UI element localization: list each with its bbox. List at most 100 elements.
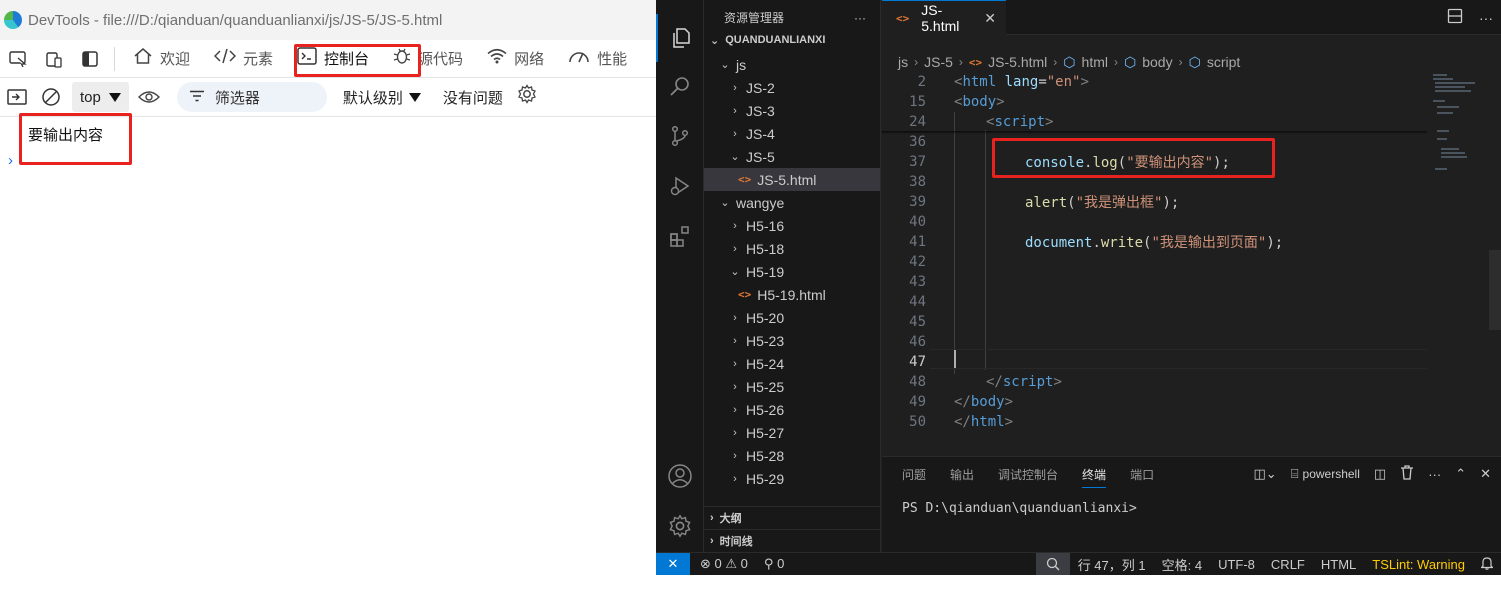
console-prompt-icon[interactable]: › (8, 152, 13, 169)
chevron-right-icon: › (958, 55, 963, 69)
workspace-name: QUANDUANLIANXI (725, 34, 826, 46)
close-icon[interactable]: ✕ (984, 10, 996, 27)
zoom-icon[interactable] (1035, 552, 1070, 576)
split-editor-icon[interactable] (1447, 8, 1463, 27)
source-control-icon[interactable] (656, 112, 704, 160)
more-actions-icon[interactable]: ··· (854, 11, 866, 25)
issues-counter[interactable]: 没有问题 (443, 87, 503, 108)
dock-side-icon[interactable] (72, 40, 108, 78)
terminal-name: powershell (1302, 467, 1360, 481)
file-h5-19-html[interactable]: <> H5-19.html (704, 283, 880, 306)
folder-js-2[interactable]: › JS-2 (704, 76, 880, 99)
manage-gear-icon[interactable] (656, 502, 704, 550)
workspace-section[interactable]: ⌄ QUANDUANLIANXI (704, 29, 880, 51)
editor-tab-js-5-html[interactable]: <> JS-5.html ✕ (882, 0, 1006, 35)
folder-h5-23[interactable]: › H5-23 (704, 329, 880, 352)
tab-performance-label: 性能 (597, 51, 628, 68)
folder-js-4[interactable]: › JS-4 (704, 122, 880, 145)
indentation-status[interactable]: 空格: 4 (1154, 555, 1210, 574)
folder-h5-26[interactable]: › H5-26 (704, 398, 880, 421)
language-mode[interactable]: HTML (1313, 557, 1364, 572)
console-filter-input[interactable]: 筛选器 (176, 82, 327, 112)
more-actions-icon[interactable]: ··· (1479, 10, 1493, 26)
folder-h5-19[interactable]: ⌄ H5-19 (704, 260, 880, 283)
line-number: 39 (909, 194, 926, 210)
chevron-icon: › (733, 127, 737, 140)
ports-status[interactable]: ⚲ 0 (756, 556, 792, 572)
cursor-position[interactable]: 行 47，列 1 (1070, 555, 1154, 574)
inspect-element-icon[interactable] (0, 40, 36, 78)
code-line: 24 <script> (882, 112, 1427, 132)
breadcrumb-item[interactable]: body (1142, 54, 1172, 70)
editor-actions: ··· (1447, 0, 1493, 35)
account-icon[interactable] (656, 452, 704, 500)
extensions-icon[interactable] (656, 212, 704, 260)
code-line: 45 (882, 312, 1427, 332)
editor-scrollbar-thumb[interactable] (1489, 250, 1501, 330)
tab-performance[interactable]: 性能 (556, 40, 627, 78)
code-text: <body> (954, 94, 1005, 110)
tab-terminal[interactable]: 终端 (1082, 466, 1107, 488)
split-terminal-icon[interactable]: ◫ (1374, 466, 1386, 482)
notifications-bell-icon[interactable] (1473, 556, 1501, 573)
context-selector[interactable]: top (72, 82, 129, 112)
explorer-files-icon[interactable] (656, 14, 704, 62)
tab-welcome[interactable]: 欢迎 (121, 40, 202, 78)
terminal-prompt[interactable]: PS D:\qianduan\quanduanlianxi> (902, 501, 1137, 516)
tab-debug-console[interactable]: 调试控制台 (998, 466, 1058, 483)
chevron-icon: › (733, 357, 737, 370)
folder-h5-18[interactable]: › H5-18 (704, 237, 880, 260)
clear-console-icon[interactable] (34, 78, 68, 116)
folder-h5-25[interactable]: › H5-25 (704, 375, 880, 398)
tslint-status[interactable]: TSLint: Warning (1364, 557, 1473, 572)
run-debug-icon[interactable] (656, 162, 704, 210)
search-icon[interactable] (656, 62, 704, 110)
more-actions-icon[interactable]: ··· (1428, 467, 1441, 482)
folder-h5-29[interactable]: › H5-29 (704, 467, 880, 490)
encoding-status[interactable]: UTF-8 (1210, 557, 1263, 572)
console-settings-gear-icon[interactable] (517, 84, 537, 110)
folder-h5-27[interactable]: › H5-27 (704, 421, 880, 444)
breadcrumb-item[interactable]: html (1082, 54, 1108, 70)
tree-item-label: H5-24 (746, 355, 785, 372)
show-sidebar-icon[interactable] (0, 78, 34, 116)
file-js-5-html[interactable]: <> JS-5.html (704, 168, 880, 191)
tab-output[interactable]: 输出 (950, 466, 974, 483)
editor-group: <> JS-5.html ✕ ··· js › JS-5 › <> JS-5.h… (882, 0, 1501, 552)
split-terminal-dropdown-icon[interactable]: ◫⌄ (1254, 466, 1277, 482)
folder-h5-20[interactable]: › H5-20 (704, 306, 880, 329)
folder-h5-24[interactable]: › H5-24 (704, 352, 880, 375)
remote-indicator-icon[interactable]: ✕ (656, 552, 690, 576)
folder-h5-16[interactable]: › H5-16 (704, 214, 880, 237)
breadcrumb-item[interactable]: js (898, 54, 908, 70)
problems-status[interactable]: ⊗ 0 ⚠ 0 (690, 556, 756, 572)
log-level-dropdown[interactable]: 默认级别 (343, 87, 421, 108)
folder-js[interactable]: ⌄ js (704, 53, 880, 76)
live-expression-eye-icon[interactable] (129, 78, 169, 116)
trash-icon[interactable] (1400, 465, 1414, 483)
timeline-section[interactable]: › 时间线 (704, 529, 881, 552)
close-icon[interactable]: ✕ (1480, 466, 1491, 482)
folder-js-3[interactable]: › JS-3 (704, 99, 880, 122)
file-tree: ⌄ js › JS-2 › JS-3 › JS-4 ⌄ JS-5 <> JS-5.html … (704, 53, 880, 490)
outline-section[interactable]: › 大纲 (704, 506, 881, 529)
terminal-instance[interactable]: ⌸ powershell (1291, 466, 1360, 482)
breadcrumb-item[interactable]: JS-5.html (988, 54, 1047, 70)
maximize-panel-icon[interactable]: ⌃ (1455, 466, 1466, 482)
code-editor[interactable]: 2 <html lang="en"> 15 <body> 24 <script>… (882, 72, 1501, 452)
tab-problems[interactable]: 问题 (902, 466, 926, 483)
folder-h5-28[interactable]: › H5-28 (704, 444, 880, 467)
breadcrumb-item[interactable]: JS-5 (924, 54, 953, 70)
tab-ports[interactable]: 端口 (1130, 466, 1154, 483)
line-number: 40 (909, 214, 926, 230)
code-line: 42 (882, 252, 1427, 272)
device-emulation-icon[interactable] (36, 40, 72, 78)
line-number: 36 (909, 134, 926, 150)
breadcrumb-item[interactable]: script (1207, 54, 1240, 70)
tab-network[interactable]: 网络 (475, 40, 556, 78)
chevron-icon: › (733, 242, 737, 255)
folder-wangye[interactable]: ⌄ wangye (704, 191, 880, 214)
eol-status[interactable]: CRLF (1263, 557, 1313, 572)
tab-elements[interactable]: 元素 (202, 40, 285, 78)
folder-js-5[interactable]: ⌄ JS-5 (704, 145, 880, 168)
